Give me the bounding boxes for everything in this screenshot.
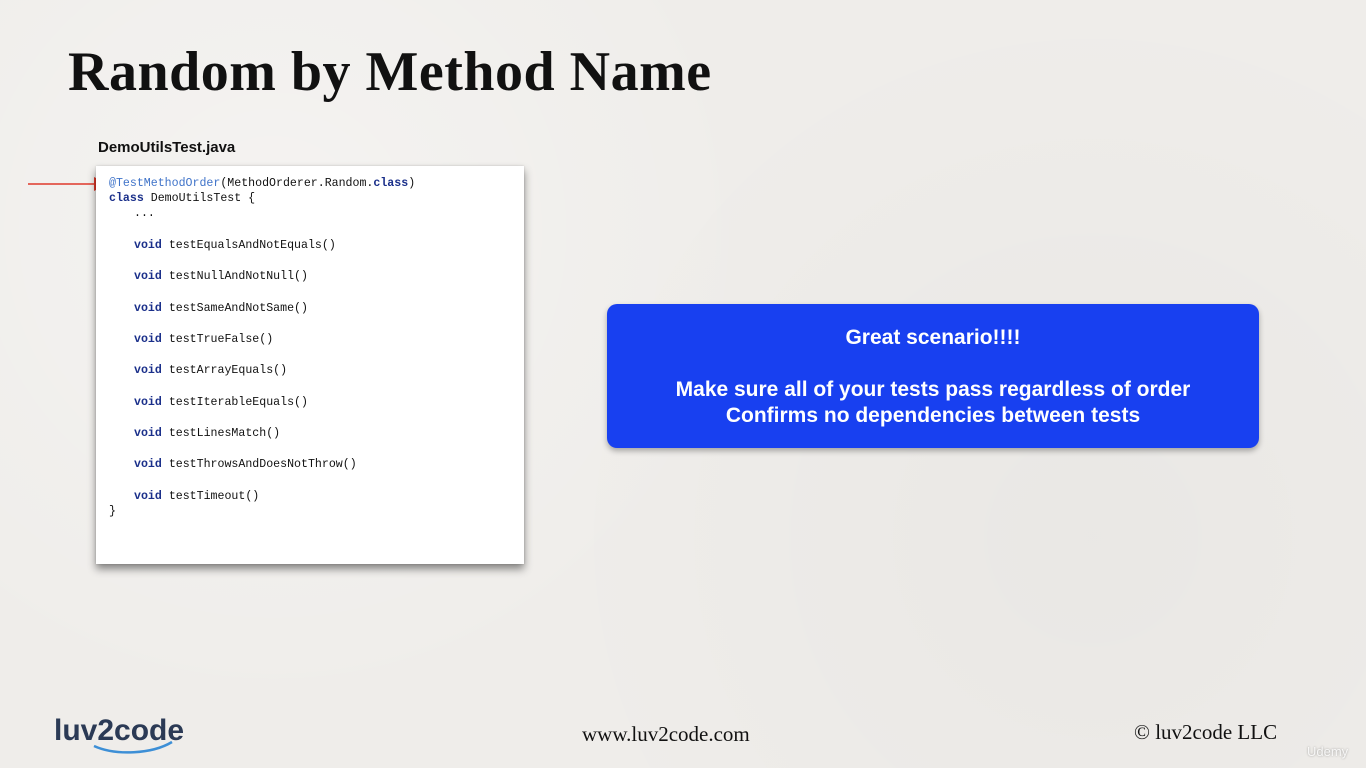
method-name: testLinesMatch() (168, 427, 281, 440)
method-name: testArrayEquals() (168, 364, 288, 377)
method-name: testTrueFalse() (168, 333, 274, 346)
annotation-token: @TestMethodOrder (109, 177, 221, 190)
void-keyword-token: void (134, 490, 162, 503)
method-name: testSameAndNotSame() (168, 302, 308, 315)
class-decl-rest-token: DemoUtilsTest { (143, 192, 256, 205)
code-line-method: void testArrayEquals() (134, 364, 287, 378)
void-keyword-token: void (134, 427, 162, 440)
code-line-class-declaration: class DemoUtilsTest { (109, 192, 255, 206)
void-keyword-token: void (134, 396, 162, 409)
code-line-method: void testThrowsAndDoesNotThrow() (134, 458, 357, 472)
method-name: testTimeout() (168, 490, 260, 503)
udemy-watermark: Udemy (1307, 744, 1349, 759)
method-name: testEqualsAndNotEquals() (168, 239, 336, 252)
method-name: testNullAndNotNull() (168, 270, 308, 283)
ellipsis-token: ... (134, 207, 155, 220)
callout-line: Make sure all of your tests pass regardl… (675, 378, 1191, 401)
method-name: testThrowsAndDoesNotThrow() (168, 458, 357, 471)
closing-brace-token: } (109, 505, 116, 518)
code-line-method: void testTimeout() (134, 490, 259, 504)
code-line-annotation: @TestMethodOrder(MethodOrderer.Random.cl… (109, 177, 415, 191)
callout-box: Great scenario!!!! Make sure all of your… (607, 304, 1259, 448)
annotation-close-token: ) (408, 177, 416, 190)
void-keyword-token: void (134, 239, 162, 252)
void-keyword-token: void (134, 302, 162, 315)
code-line-method: void testLinesMatch() (134, 427, 280, 441)
callout-heading: Great scenario!!!! (845, 326, 1021, 349)
class-keyword-token: class (373, 177, 409, 190)
callout-line: Confirms no dependencies between tests (725, 404, 1141, 427)
code-line-method: void testIterableEquals() (134, 396, 308, 410)
code-card: @TestMethodOrder(MethodOrderer.Random.cl… (96, 166, 524, 564)
code-line-ellipsis: ... (134, 207, 155, 221)
logo-text: luv2code (54, 714, 184, 747)
code-line-method: void testNullAndNotNull() (134, 270, 308, 284)
code-line-method: void testEqualsAndNotEquals() (134, 239, 336, 253)
file-name-label: DemoUtilsTest.java (98, 139, 236, 156)
slide-title: Random by Method Name (68, 41, 712, 103)
void-keyword-token: void (134, 364, 162, 377)
code-line-closing-brace: } (109, 505, 116, 519)
code-line-method: void testSameAndNotSame() (134, 302, 308, 316)
void-keyword-token: void (134, 270, 162, 283)
footer-copyright: © luv2code LLC (1134, 720, 1278, 744)
annotation-args-token: (MethodOrderer.Random. (220, 177, 374, 190)
luv2code-logo: luv2code (54, 714, 184, 754)
code-line-method: void testTrueFalse() (134, 333, 273, 347)
void-keyword-token: void (134, 333, 162, 346)
class-decl-keyword-token: class (109, 192, 144, 205)
footer-url: www.luv2code.com (582, 722, 750, 746)
void-keyword-token: void (134, 458, 162, 471)
method-name: testIterableEquals() (168, 396, 308, 409)
